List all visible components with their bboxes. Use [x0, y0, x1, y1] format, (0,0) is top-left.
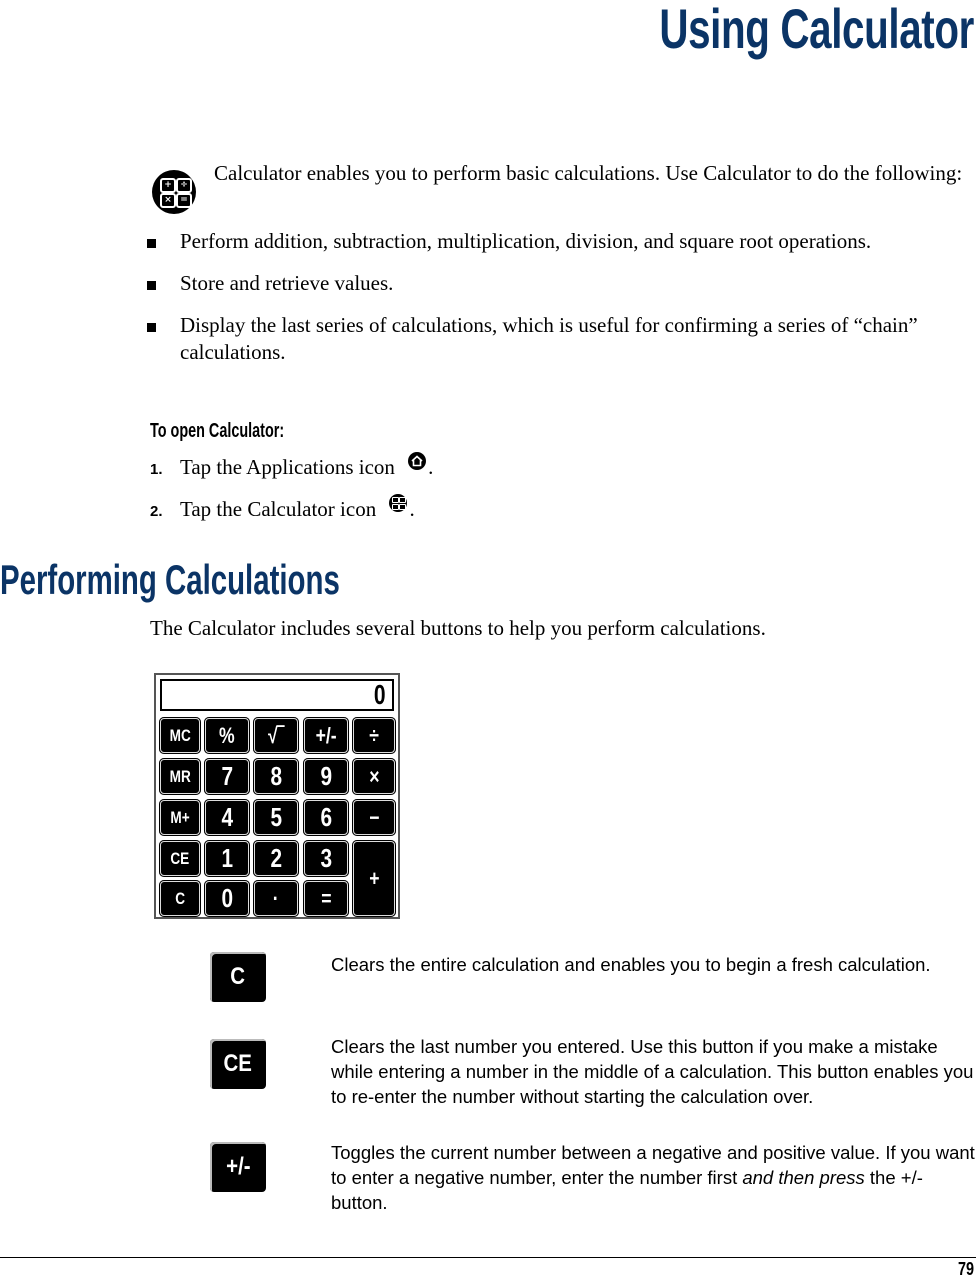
list-item: Display the last series of calculations,… [147, 312, 976, 366]
list-item: Perform addition, subtraction, multiplic… [147, 228, 976, 255]
key-digit-2[interactable]: 2 [253, 840, 299, 877]
description-text: Clears the entire calculation and enable… [331, 954, 931, 975]
calculator-screenshot: 0 MC% √‾ +/- ÷ MR 7 8 9 × M+ 4 5 6− CE 1 2 3 + C 0 · = [154, 673, 400, 919]
list-item: Store and retrieve values. [147, 270, 976, 297]
bullet-icon [147, 281, 156, 290]
calculator-app-icon: + ÷ × = [152, 170, 196, 214]
step-text: Tap the Applications icon [180, 455, 395, 479]
clear-entry-key-icon: CE [210, 1039, 266, 1089]
chapter-title: Using Calculator [659, 0, 974, 60]
intro-text: Calculator enables you to perform basic … [214, 161, 963, 185]
key-add[interactable]: + [352, 840, 396, 917]
key-multiply[interactable]: × [352, 758, 396, 795]
step-number: 2. [150, 503, 163, 520]
procedure-steps: 1. Tap the Applications icon . 2. Tap the … [150, 452, 433, 536]
section-intro: The Calculator includes several buttons … [150, 616, 766, 640]
footer-rule [0, 1257, 976, 1258]
key-digit-9[interactable]: 9 [303, 758, 349, 795]
key-memory-recall[interactable]: MR [159, 758, 201, 795]
step-text: Tap the Calculator icon [180, 497, 377, 521]
key-clear[interactable]: C [159, 880, 201, 917]
calculator-display: 0 [160, 679, 394, 711]
key-decimal[interactable]: · [253, 880, 299, 917]
key-digit-6[interactable]: 6 [303, 799, 349, 836]
procedure-heading: To open Calculator: [150, 420, 285, 442]
key-memory-add[interactable]: M+ [159, 799, 201, 836]
bullet-icon [147, 323, 156, 332]
key-digit-7[interactable]: 7 [204, 758, 250, 795]
key-divide[interactable]: ÷ [352, 717, 396, 754]
key-digit-0[interactable]: 0 [204, 880, 250, 917]
clear-key-icon: C [210, 952, 266, 1002]
key-digit-1[interactable]: 1 [204, 840, 250, 877]
description-text: Clears the last number you entered. Use … [331, 1036, 974, 1107]
section-heading: Performing Calculations [0, 556, 340, 603]
key-memory-clear[interactable]: MC [159, 717, 201, 754]
key-percent[interactable]: % [204, 717, 250, 754]
feature-list: Perform addition, subtraction, multiplic… [147, 228, 976, 381]
plus-minus-key-icon: +/- [210, 1142, 266, 1192]
key-subtract[interactable]: − [352, 799, 396, 836]
step: 1. Tap the Applications icon . [150, 452, 433, 494]
bullet-icon [147, 239, 156, 248]
calculator-icon [389, 494, 408, 512]
key-equals[interactable]: = [303, 880, 349, 917]
step: 2. Tap the Calculator icon . [150, 494, 433, 536]
key-digit-4[interactable]: 4 [204, 799, 250, 836]
key-plus-minus[interactable]: +/- [303, 717, 349, 754]
key-square-root[interactable]: √‾ [253, 717, 299, 754]
key-clear-entry[interactable]: CE [159, 840, 201, 877]
home-icon [408, 452, 427, 470]
step-number: 1. [150, 461, 163, 478]
description-text: Toggles the current number between a neg… [331, 1142, 975, 1213]
display-value: 0 [374, 679, 386, 710]
key-digit-5[interactable]: 5 [253, 799, 299, 836]
key-digit-3[interactable]: 3 [303, 840, 349, 877]
key-digit-8[interactable]: 8 [253, 758, 299, 795]
page-number: 79 [957, 1259, 974, 1279]
